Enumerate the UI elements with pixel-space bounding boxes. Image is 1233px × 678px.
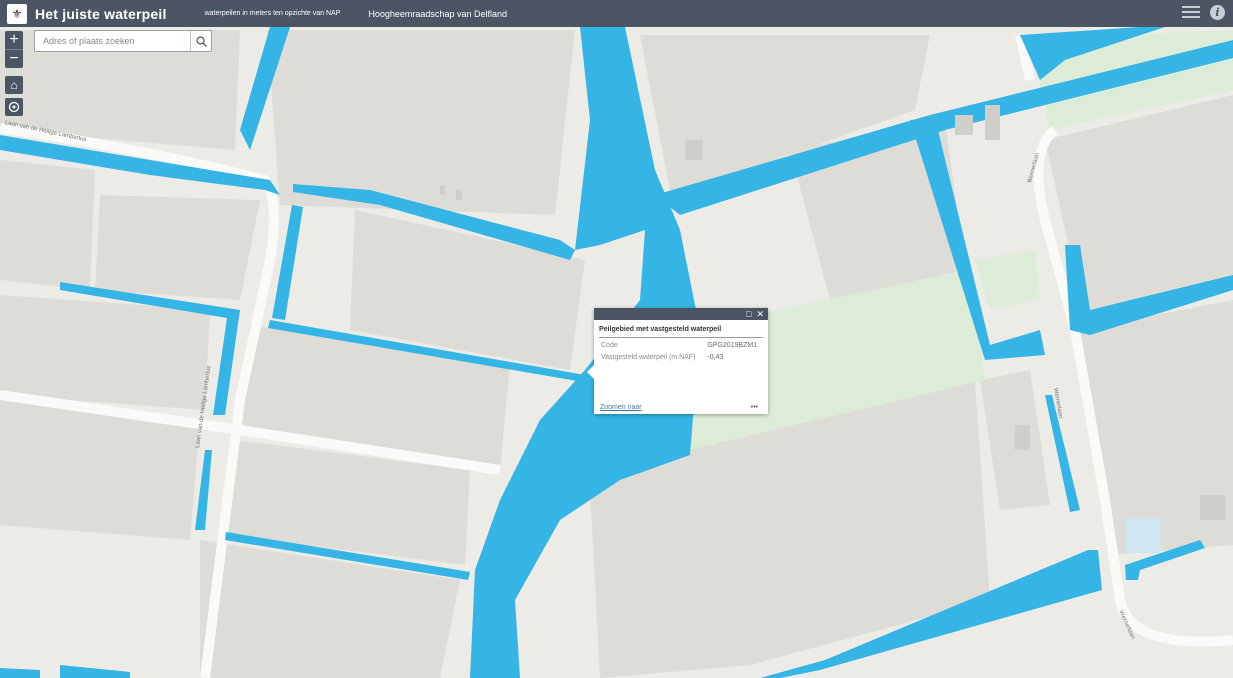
popup-field-row: Vastgesteld waterpeil (m NAF) -0,43 — [601, 354, 763, 362]
locate-button[interactable] — [5, 98, 23, 116]
info-icon[interactable]: i — [1210, 4, 1225, 20]
field-value: -0,43 — [707, 354, 724, 361]
popup-field-row: Code GPG2019BZM1 — [601, 342, 763, 350]
list-icon[interactable] — [1182, 4, 1200, 20]
app-title: Het juiste waterpeil — [35, 5, 167, 22]
app-header: ⚜ Het juiste waterpeil waterpeilen in me… — [0, 0, 1233, 27]
search-button[interactable] — [190, 31, 211, 51]
search-box — [34, 30, 212, 52]
app-subtitle: waterpeilen in meters ten opzichte van N… — [204, 10, 341, 17]
home-button[interactable]: ⌂ — [5, 76, 23, 94]
field-label: Code — [601, 342, 618, 349]
search-icon — [195, 35, 207, 47]
zoom-control: + − — [5, 31, 23, 68]
field-value: GPG2019BZM1 — [707, 342, 758, 349]
zoom-out-button[interactable]: − — [5, 49, 23, 68]
field-label: Vastgesteld waterpeil (m NAF) — [601, 354, 696, 361]
zoom-to-link[interactable]: Zoomen naar — [600, 404, 642, 411]
delfland-crest-icon: ⚜ — [7, 3, 27, 24]
pond — [1126, 518, 1161, 553]
search-input[interactable] — [35, 31, 191, 51]
feature-popup: □ ✕ Peilgebied met vastgesteld waterpeil… — [587, 308, 768, 414]
zoom-in-button[interactable]: + — [5, 31, 23, 49]
popup-title: Peilgebied met vastgesteld waterpeil — [599, 326, 763, 338]
home-icon: ⌂ — [10, 78, 18, 92]
close-icon[interactable]: ✕ — [756, 309, 764, 320]
popup-toolbar: □ ✕ — [594, 308, 768, 320]
maximize-icon[interactable]: □ — [746, 309, 751, 319]
locate-icon — [8, 101, 20, 113]
organization-name: Hoogheemraadschap van Delfland — [368, 8, 507, 19]
more-options-icon[interactable]: ••• — [751, 404, 758, 411]
